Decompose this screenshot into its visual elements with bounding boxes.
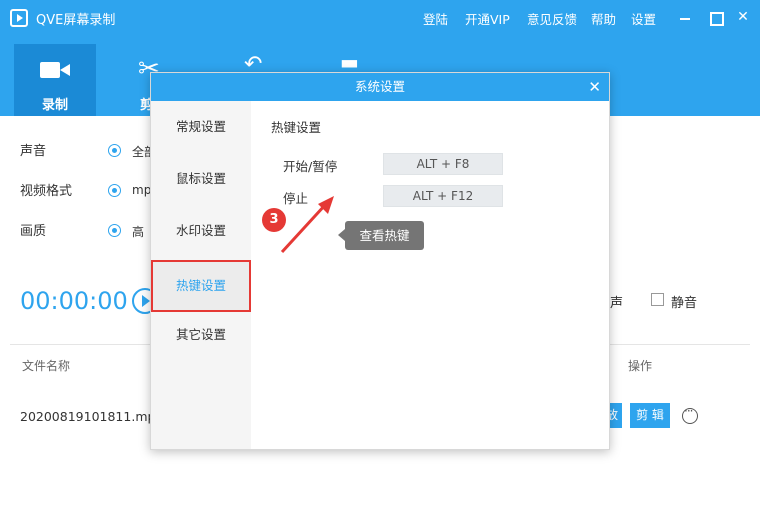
format-label: 视频格式 <box>20 184 73 199</box>
menu-help[interactable]: 帮助 <box>591 9 616 28</box>
quality-label: 画质 <box>20 224 47 239</box>
format-radio[interactable] <box>108 184 121 197</box>
hotkey-tooltip: 查看热键 <box>338 221 424 250</box>
tab-record[interactable]: 录制 <box>14 44 96 116</box>
maximize-icon[interactable] <box>706 8 724 26</box>
more-options-icon[interactable] <box>682 404 698 424</box>
record-timer: 00:00:00 <box>20 287 128 315</box>
minimize-icon[interactable] <box>676 8 694 26</box>
file-name: 20200819101811.mp4 <box>20 409 164 424</box>
tab-record-label: 录制 <box>41 98 68 113</box>
dialog-title: 系统设置 <box>354 79 405 94</box>
mute-label: 静音 <box>671 296 698 311</box>
col-action: 操作 <box>628 359 653 373</box>
quality-radio[interactable] <box>108 224 121 237</box>
dialog-title-bar: 系统设置 ✕ <box>151 73 609 101</box>
dialog-close-icon[interactable]: ✕ <box>588 75 601 99</box>
col-filename: 文件名称 <box>22 359 71 373</box>
section-title: 热键设置 <box>271 120 322 135</box>
sound-text: 声 <box>610 296 624 311</box>
sidebar-item-other[interactable]: 其它设置 <box>151 309 251 361</box>
mute-checkbox[interactable] <box>651 293 664 306</box>
menu-feedback[interactable]: 意见反馈 <box>527 9 577 28</box>
sound-radio[interactable] <box>108 144 121 157</box>
sidebar-item-hotkeys[interactable]: 热键设置 <box>151 260 251 312</box>
edit-file-button[interactable]: 剪 辑 <box>630 403 670 428</box>
app-logo-icon <box>10 9 28 27</box>
close-icon[interactable]: ✕ <box>734 8 752 26</box>
step-badge: 3 <box>262 208 286 232</box>
settings-dialog: 系统设置 ✕ 常规设置 鼠标设置 水印设置 热键设置 其它设置 热键设置 开始/… <box>150 72 610 450</box>
list-icon[interactable]: ▬ <box>340 50 359 74</box>
title-bar: QVE屏幕录制 登陆 开通VIP 意见反馈 帮助 设置 ✕ <box>0 0 760 36</box>
quality-value: 高 <box>132 225 145 239</box>
sidebar-item-mouse[interactable]: 鼠标设置 <box>151 153 251 205</box>
camera-icon <box>40 62 70 78</box>
app-title: QVE屏幕录制 <box>36 13 116 28</box>
sidebar-item-watermark[interactable]: 水印设置 <box>151 205 251 257</box>
menu-login[interactable]: 登陆 <box>423 9 448 28</box>
hotkey-label-start: 开始/暂停 <box>283 159 338 174</box>
menu-vip[interactable]: 开通VIP <box>465 9 510 28</box>
sound-label: 声音 <box>20 144 47 159</box>
hotkey-field-stop[interactable]: ALT + F12 <box>383 185 503 207</box>
hotkey-field-start[interactable]: ALT + F8 <box>383 153 503 175</box>
sidebar-item-general[interactable]: 常规设置 <box>151 101 251 153</box>
menu-settings[interactable]: 设置 <box>631 9 656 28</box>
annotation-arrow-icon <box>280 196 334 254</box>
settings-sidebar: 常规设置 鼠标设置 水印设置 热键设置 其它设置 <box>151 101 251 449</box>
